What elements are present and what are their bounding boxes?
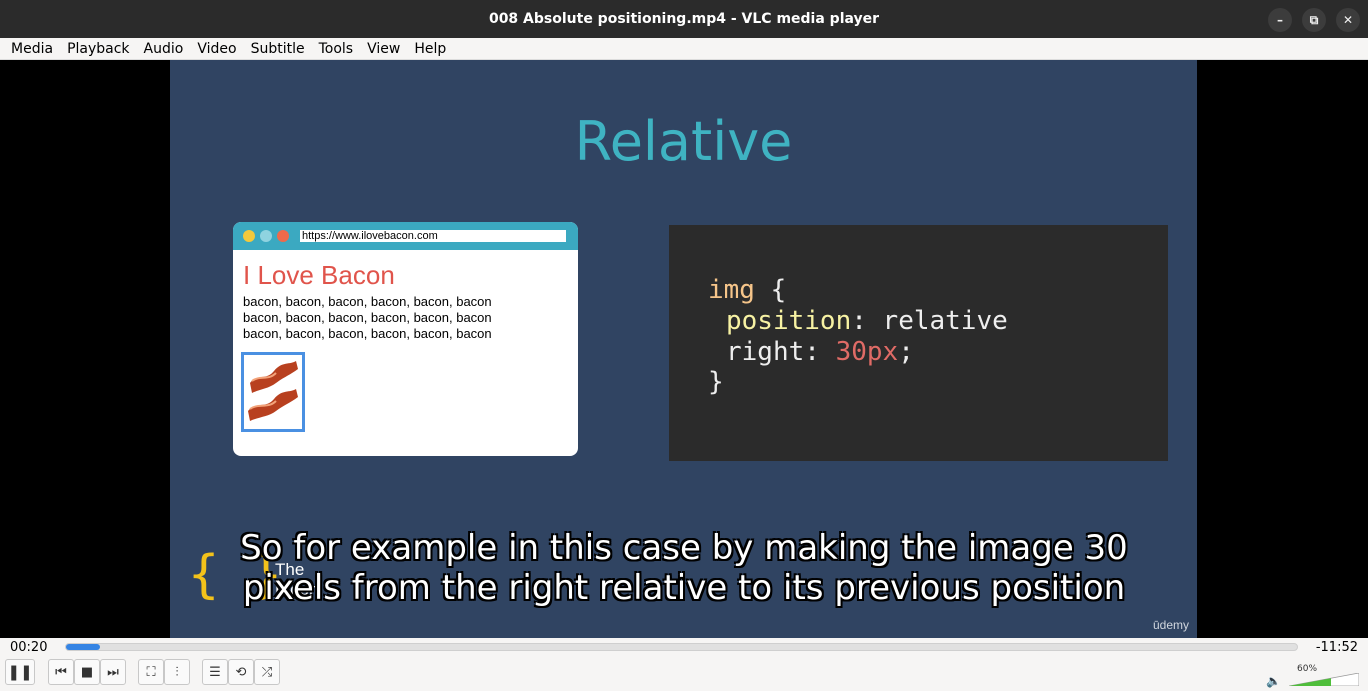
code-line-3: right: 30px; bbox=[726, 337, 914, 367]
code-open-brace: { bbox=[754, 275, 787, 305]
code-line-1: img { bbox=[708, 275, 786, 305]
mock-page-body: bacon, bacon, bacon, bacon, bacon, bacon… bbox=[243, 294, 492, 342]
menu-video[interactable]: Video bbox=[190, 41, 243, 57]
close-button[interactable]: ✕ bbox=[1336, 8, 1360, 32]
code-property: right: bbox=[726, 337, 836, 367]
subtitle-line-1: So for example in this case by making th… bbox=[240, 528, 1128, 568]
menu-help[interactable]: Help bbox=[407, 41, 453, 57]
code-value: : relative bbox=[851, 306, 1008, 336]
time-remaining[interactable]: -11:52 bbox=[1316, 640, 1358, 655]
window-titlebar: 008 Absolute positioning.mp4 - VLC media… bbox=[0, 0, 1368, 38]
window-controls: – ⧉ ✕ bbox=[1268, 8, 1360, 32]
extended-settings-button[interactable]: ⫶ bbox=[164, 659, 190, 685]
code-property: position bbox=[726, 306, 852, 336]
mock-browser-window: https://www.ilovebacon.com I Love Bacon … bbox=[233, 222, 578, 456]
code-line-2: position: relative bbox=[726, 306, 1008, 336]
udemy-watermark: ūdemy bbox=[1152, 618, 1189, 632]
red-dot-icon bbox=[277, 230, 289, 242]
shuffle-button[interactable]: ⤮ bbox=[254, 659, 280, 685]
menu-view[interactable]: View bbox=[360, 41, 407, 57]
menu-tools[interactable]: Tools bbox=[312, 41, 361, 57]
seek-bar-progress bbox=[66, 644, 101, 650]
next-button[interactable]: ⏭ bbox=[100, 659, 126, 685]
playlist-button[interactable]: ☰ bbox=[202, 659, 228, 685]
blue-dot-icon bbox=[260, 230, 272, 242]
maximize-button[interactable]: ⧉ bbox=[1302, 8, 1326, 32]
video-area[interactable]: Relative https://www.ilovebacon.com I Lo… bbox=[0, 60, 1368, 638]
fullscreen-button[interactable]: ⛶ bbox=[138, 659, 164, 685]
menu-audio[interactable]: Audio bbox=[137, 41, 191, 57]
player-controls: 00:20 -11:52 ❚❚ ⏮ ■ ⏭ ⛶ ⫶ ☰ ⟲ ⤮ 🔈 60% bbox=[0, 638, 1368, 691]
slide-title: Relative bbox=[574, 110, 793, 173]
window-title: 008 Absolute positioning.mp4 - VLC media… bbox=[488, 11, 880, 27]
code-number: 30px bbox=[835, 337, 899, 367]
mock-page-line: bacon, bacon, bacon, bacon, bacon, bacon bbox=[243, 294, 492, 309]
code-semicolon: ; bbox=[898, 337, 914, 367]
loop-button[interactable]: ⟲ bbox=[228, 659, 254, 685]
menu-subtitle[interactable]: Subtitle bbox=[244, 41, 312, 57]
menu-bar: Media Playback Audio Video Subtitle Tool… bbox=[0, 38, 1368, 60]
subtitle-line-2: pixels from the right relative to its pr… bbox=[242, 568, 1126, 608]
code-line-4: } bbox=[708, 367, 724, 397]
minimize-button[interactable]: – bbox=[1268, 8, 1292, 32]
code-selector: img bbox=[708, 275, 755, 305]
yellow-dot-icon bbox=[243, 230, 255, 242]
seek-bar[interactable] bbox=[65, 643, 1298, 651]
subtitle-overlay: So for example in this case by making th… bbox=[0, 528, 1368, 608]
speaker-icon[interactable]: 🔈 bbox=[1266, 674, 1281, 688]
css-code-block: img { position: relative right: 30px; } bbox=[669, 225, 1168, 461]
stop-button[interactable]: ■ bbox=[74, 659, 100, 685]
pause-button[interactable]: ❚❚ bbox=[5, 659, 35, 685]
time-elapsed: 00:20 bbox=[10, 640, 48, 655]
previous-button[interactable]: ⏮ bbox=[48, 659, 74, 685]
mock-browser-toolbar: https://www.ilovebacon.com bbox=[233, 222, 578, 250]
bacon-image-icon bbox=[241, 352, 305, 432]
menu-media[interactable]: Media bbox=[4, 41, 60, 57]
mock-page-heading: I Love Bacon bbox=[243, 260, 395, 290]
mock-page-line: bacon, bacon, bacon, bacon, bacon, bacon bbox=[243, 310, 492, 325]
volume-slider[interactable] bbox=[1289, 673, 1359, 686]
menu-playback[interactable]: Playback bbox=[60, 41, 136, 57]
mock-url-bar: https://www.ilovebacon.com bbox=[300, 230, 566, 242]
mock-page-line: bacon, bacon, bacon, bacon, bacon, bacon bbox=[243, 326, 492, 341]
